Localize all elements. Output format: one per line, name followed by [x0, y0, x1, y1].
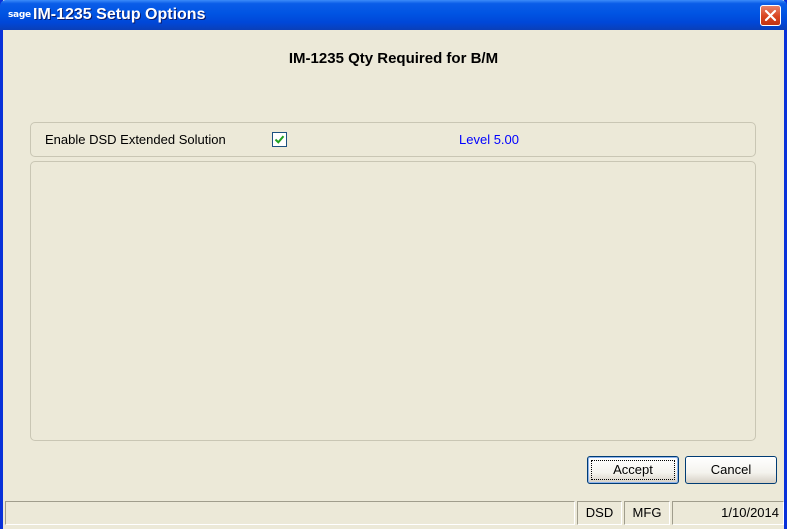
enable-dsd-checkbox[interactable] — [272, 132, 287, 147]
checkmark-icon — [274, 135, 285, 144]
close-button[interactable] — [760, 5, 781, 26]
close-icon — [764, 9, 777, 22]
enable-dsd-label: Enable DSD Extended Solution — [45, 132, 226, 147]
main-content-panel — [30, 161, 756, 441]
status-date: 1/10/2014 — [672, 501, 784, 525]
cancel-label: ancel — [720, 462, 752, 477]
focus-rectangle — [591, 460, 675, 480]
page-title: IM-1235 Qty Required for B/M — [288, 50, 499, 67]
status-main-cell — [5, 501, 575, 525]
setup-options-window: sage IM-1235 Setup Options IM-1235 Qty R… — [0, 0, 787, 529]
option-panel: Enable DSD Extended Solution Level 5.00 — [30, 122, 756, 157]
level-text: Level 5.00 — [459, 132, 519, 147]
accept-button[interactable]: Accept — [587, 456, 679, 484]
window-title: IM-1235 Setup Options — [33, 6, 206, 23]
sage-logo-icon: sage — [8, 10, 31, 20]
status-module-mfg: MFG — [624, 501, 670, 525]
status-module-dsd: DSD — [577, 501, 622, 525]
status-bar: DSD MFG 1/10/2014 — [3, 496, 784, 529]
title-bar[interactable]: sage IM-1235 Setup Options — [0, 0, 787, 30]
cancel-button[interactable]: Cancel — [685, 456, 777, 484]
cancel-mnemonic: C — [710, 462, 721, 477]
